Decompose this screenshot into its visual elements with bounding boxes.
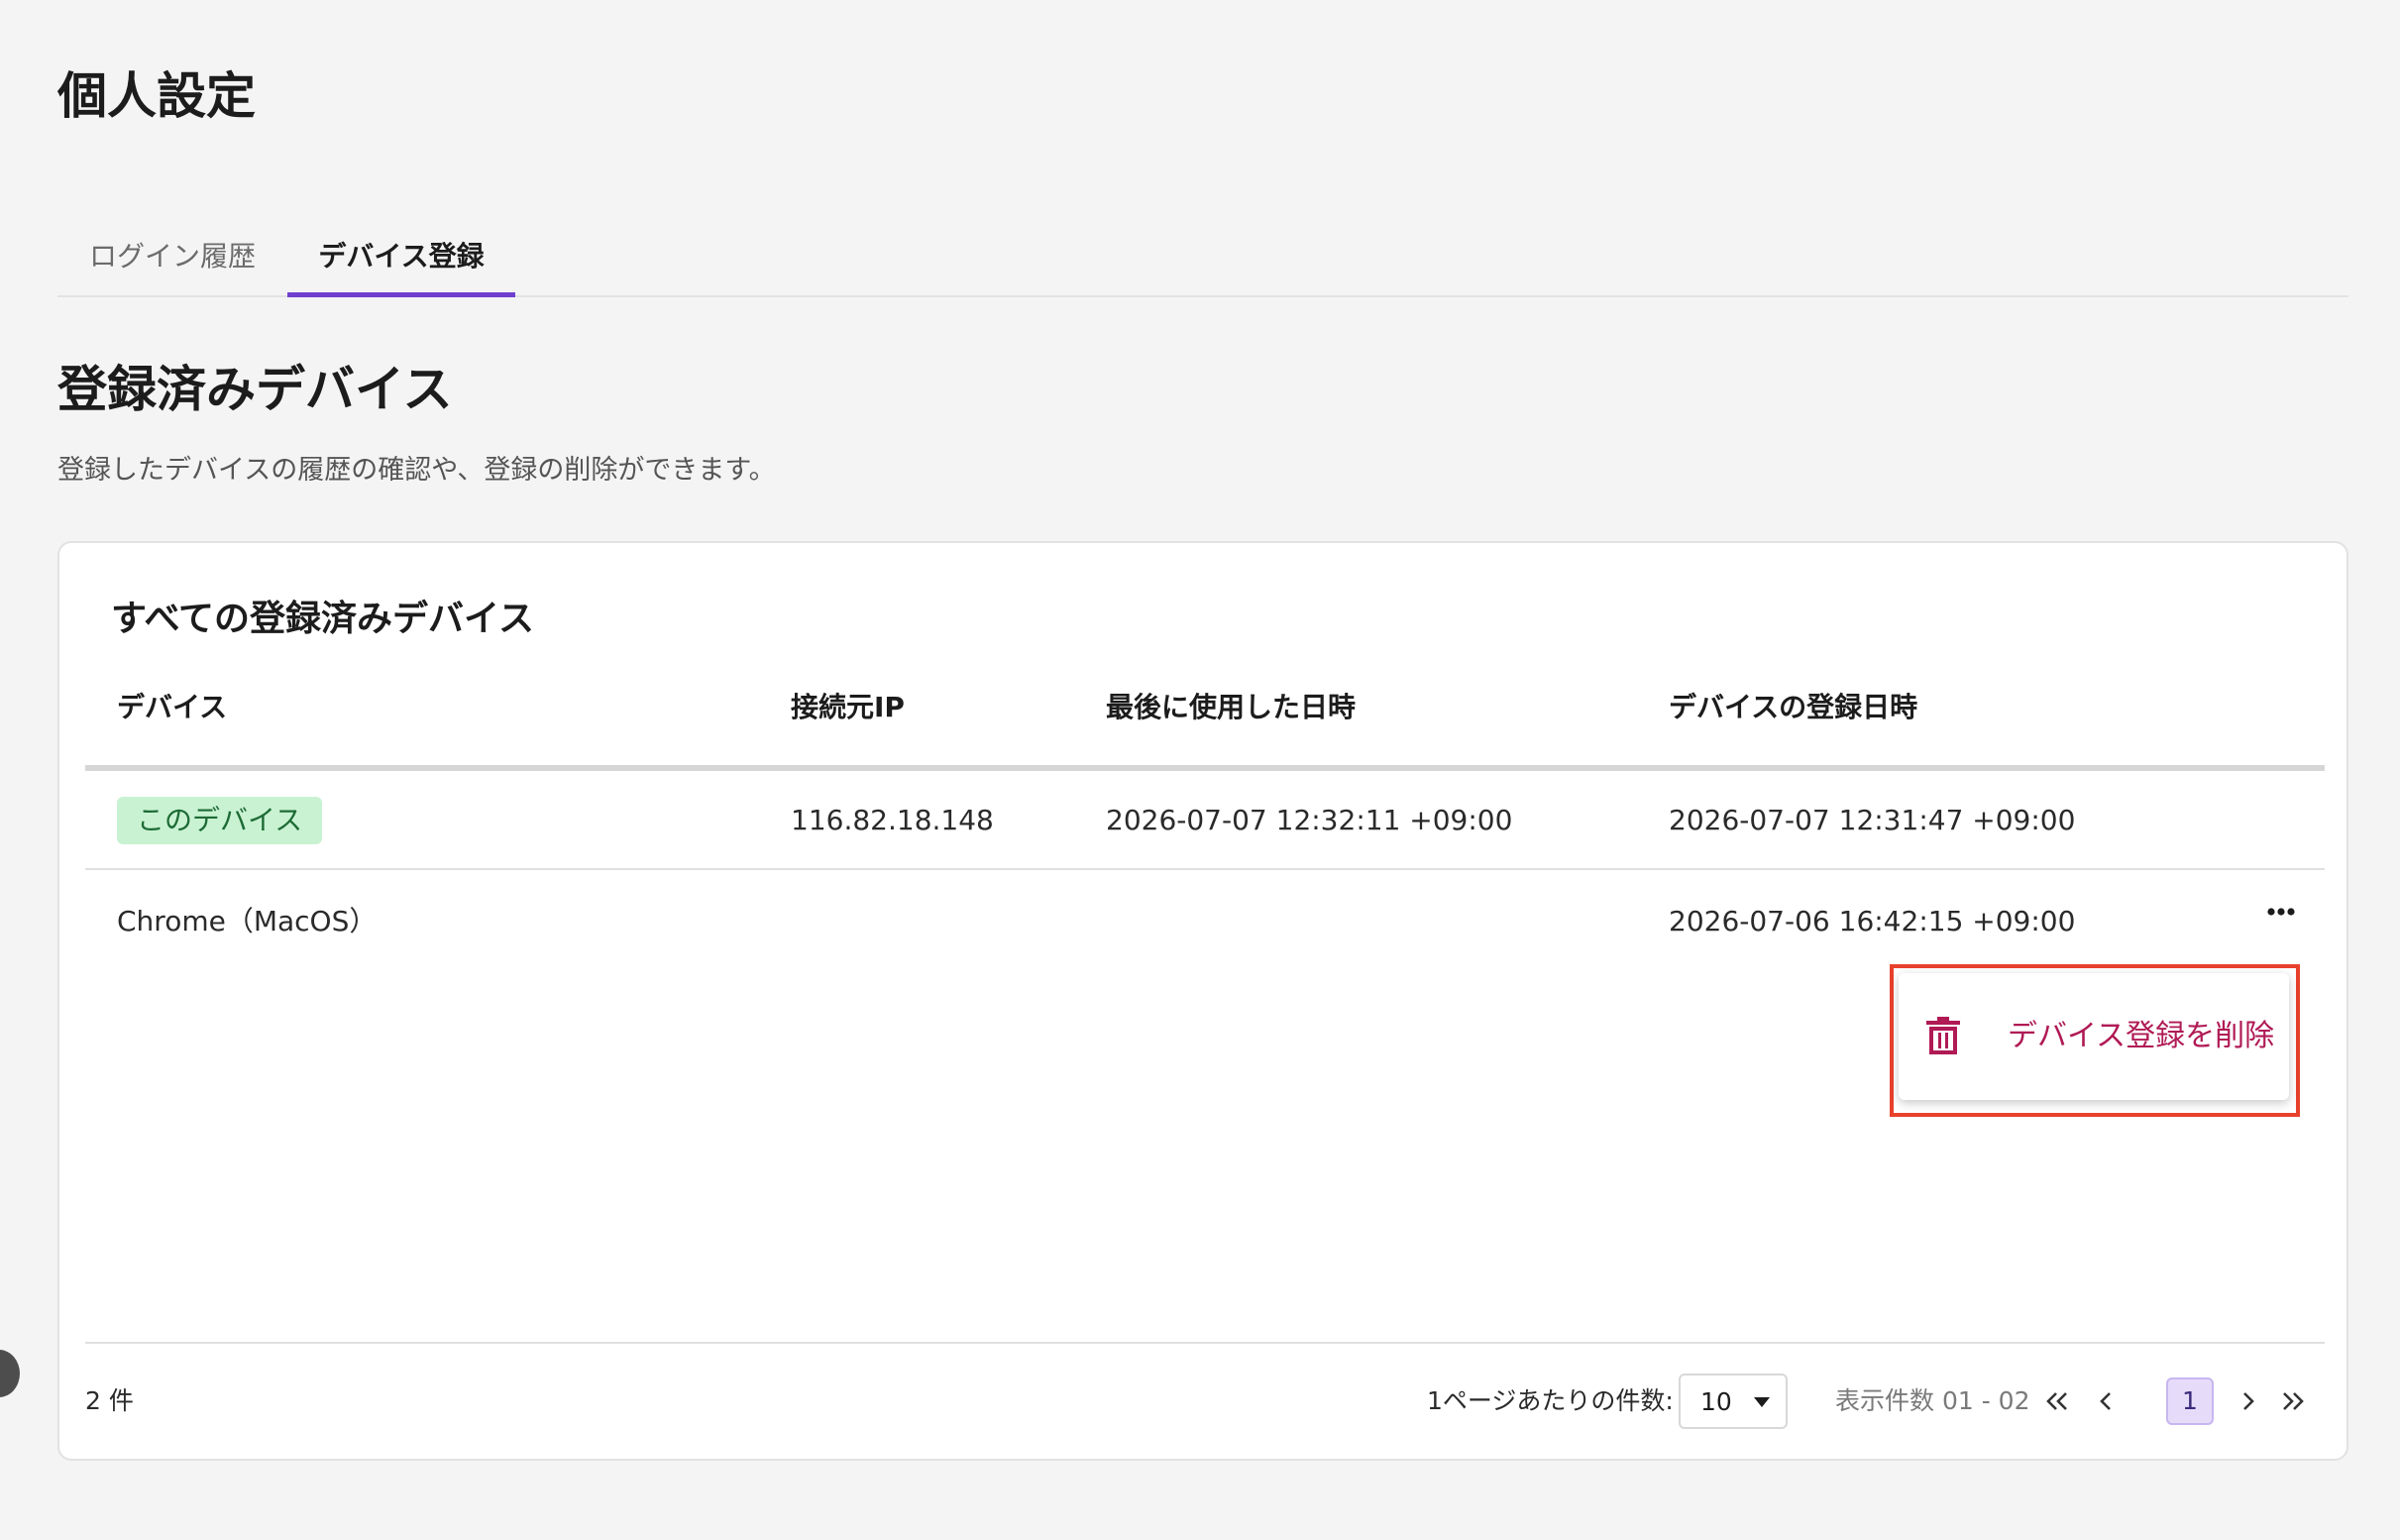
ip-cell: 116.82.18.148 (791, 804, 994, 836)
chevrons-right-icon (2283, 1392, 2304, 1410)
devices-card: すべての登録済みデバイス デバイス 接続元IP 最後に使用した日時 デバイスの登… (57, 541, 2348, 1461)
floating-handle[interactable] (0, 1350, 20, 1397)
page-number-current[interactable]: 1 (2166, 1377, 2214, 1425)
device-cell: Chrome（MacOS） (117, 905, 378, 937)
column-header-ip: 接続元IP (791, 691, 905, 723)
this-device-badge: このデバイス (117, 797, 323, 844)
per-page-label: 1ページあたりの件数: (1427, 1386, 1674, 1415)
column-header-last-used: 最後に使用した日時 (1106, 691, 1357, 723)
column-header-device: デバイス (117, 691, 228, 723)
registered-cell: 2026-07-06 16:42:15 +09:00 (1669, 905, 2076, 937)
footer-divider (85, 1342, 2325, 1344)
total-count: 2 件 (85, 1386, 134, 1415)
next-page-button[interactable] (2228, 1377, 2267, 1425)
device-cell: このデバイス (117, 797, 323, 844)
first-page-button[interactable] (2037, 1377, 2077, 1425)
delete-device-label: デバイス登録を削除 (2008, 1019, 2275, 1053)
last-page-button[interactable] (2273, 1377, 2313, 1425)
section-description: 登録したデバイスの履歴の確認や、登録の削除ができます。 (57, 455, 776, 486)
previous-page-button[interactable] (2087, 1377, 2127, 1425)
page: 個人設定 ログイン履歴 デバイス登録 登録済みデバイス 登録したデバイスの履歴の… (0, 0, 2400, 1540)
card-title: すべての登録済みデバイス (111, 599, 534, 639)
tab-device-registration[interactable]: デバイス登録 (287, 226, 515, 297)
column-header-registered: デバイスの登録日時 (1669, 691, 1918, 723)
trash-icon (1926, 1017, 1960, 1054)
delete-device-menu-item[interactable]: デバイス登録を削除 (1899, 973, 2289, 1100)
tab-login-history[interactable]: ログイン履歴 (57, 226, 287, 295)
more-horizontal-icon (2267, 908, 2295, 916)
chevron-left-icon (2100, 1392, 2111, 1410)
table-row: このデバイス 116.82.18.148 2026-07-07 12:32:11… (85, 771, 2325, 870)
last-used-cell: 2026-07-07 12:32:11 +09:00 (1106, 804, 1513, 836)
per-page-value: 10 (1700, 1387, 1732, 1416)
chevrons-left-icon (2046, 1392, 2067, 1410)
tab-bar: ログイン履歴 デバイス登録 (57, 226, 2348, 297)
page-title: 個人設定 (57, 67, 256, 125)
caret-down-icon (1754, 1397, 1770, 1407)
chevron-right-icon (2243, 1392, 2254, 1410)
row-actions-button[interactable] (2261, 892, 2301, 932)
table-row: Chrome（MacOS） 2026-07-06 16:42:15 +09:00 (85, 872, 2325, 971)
registered-cell: 2026-07-07 12:31:47 +09:00 (1669, 804, 2076, 836)
per-page-select[interactable]: 10 (1679, 1374, 1788, 1429)
display-range: 表示件数 01 - 02 (1835, 1386, 2030, 1415)
section-title: 登録済みデバイス (57, 361, 453, 418)
